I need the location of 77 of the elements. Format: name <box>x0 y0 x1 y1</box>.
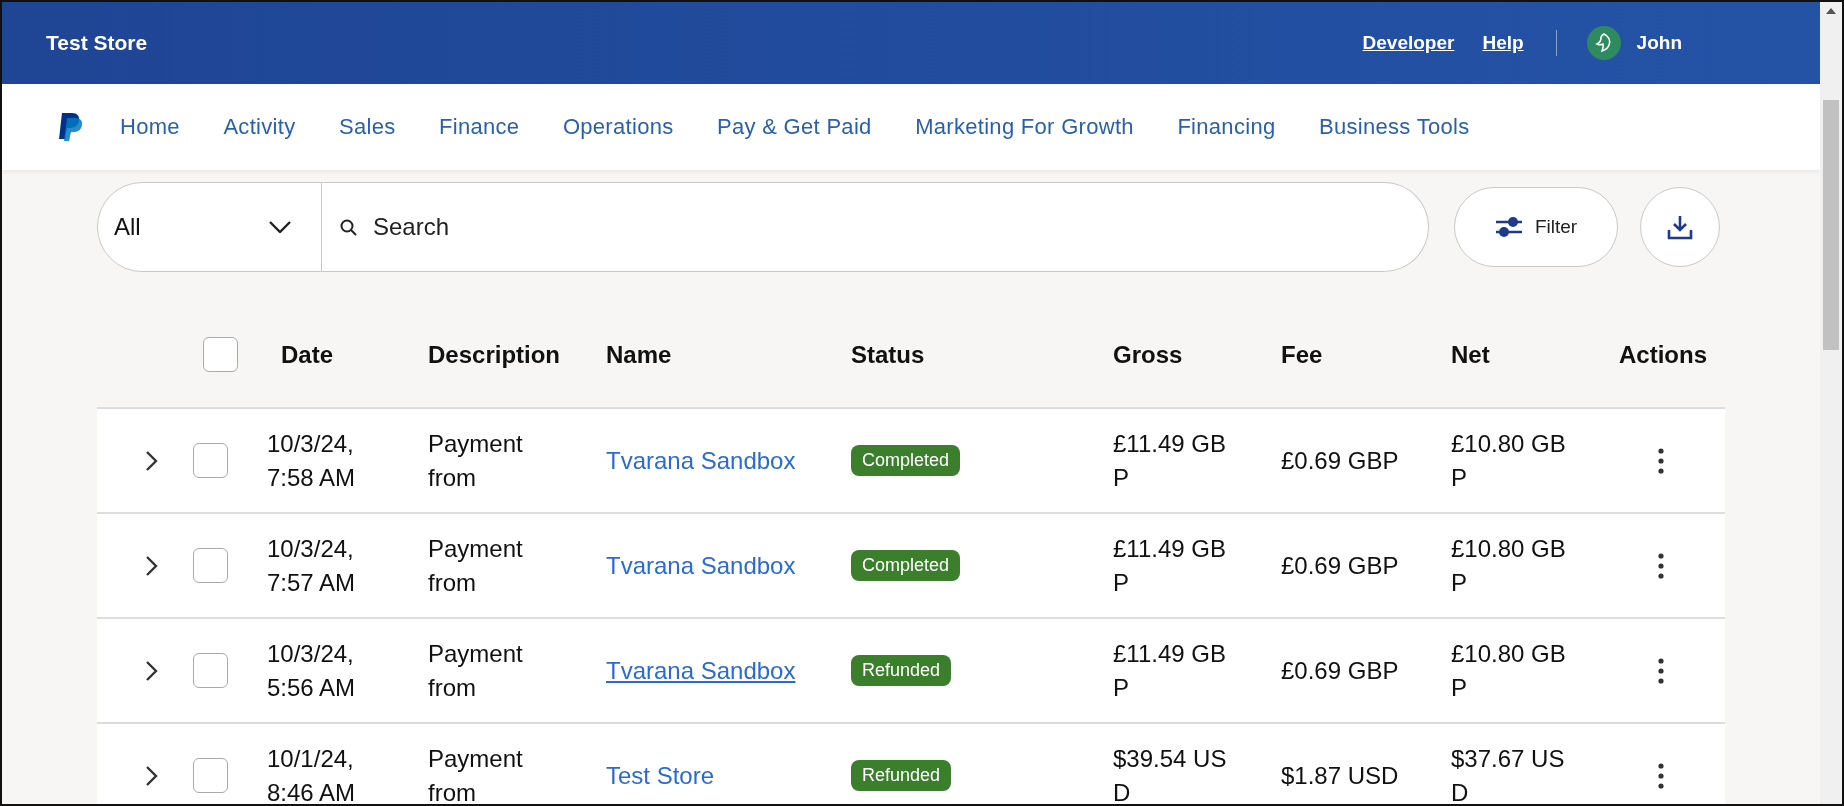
fee-cell-text: £0.69 GBP <box>1281 445 1400 476</box>
nav-link[interactable]: Finance <box>439 114 520 140</box>
gross-cell-text: $39.54 USD <box>1113 743 1228 804</box>
nav-link[interactable]: Sales <box>338 114 396 140</box>
status-badge: Refunded <box>851 655 952 686</box>
search-input[interactable]: Search <box>371 212 1428 242</box>
chevron-right-icon <box>145 659 159 682</box>
search-icon <box>340 218 357 236</box>
net-cell-text: £10.80 GBP <box>1451 638 1567 703</box>
date-cell-text: 10/3/24, 7:57 AM <box>267 533 357 598</box>
description-cell-text: Payment from <box>428 743 524 804</box>
status-badge: Completed <box>851 550 961 581</box>
chevron-right-icon <box>145 449 159 472</box>
more-vertical-icon <box>1658 552 1664 579</box>
header-link[interactable]: Developer <box>1362 32 1455 54</box>
more-vertical-icon <box>1658 447 1664 474</box>
name-link[interactable]: Tvarana Sandbox <box>606 656 796 685</box>
fee-cell-text: £0.69 GBP <box>1281 550 1400 581</box>
more-vertical-icon <box>1658 657 1664 684</box>
table-row[interactable]: 10/3/24, 5:56 AM Payment from Tvarana Sandbox Refunded £11.49 GBP £0.69 GBP £10.80 GBP <box>97 619 1725 724</box>
search-field[interactable]: Search <box>322 182 1429 272</box>
scope-dropdown[interactable]: All <box>97 182 322 272</box>
row-checkbox[interactable] <box>193 653 228 688</box>
column-header: Date <box>281 340 335 369</box>
row-checkbox[interactable] <box>193 443 228 478</box>
chevron-right-icon <box>145 554 159 577</box>
column-header: Status <box>851 340 926 369</box>
column-header: Description <box>428 340 562 369</box>
table-row[interactable]: 10/1/24, 8:46 AM Payment from Test Store Refunded $39.54 USD $1.87 USD $37.67 USD <box>97 724 1725 804</box>
date-cell-text: 10/3/24, 5:56 AM <box>267 638 357 703</box>
nav-link[interactable]: Activity <box>223 114 296 140</box>
name-link[interactable]: Test Store <box>606 761 715 790</box>
scrollbar[interactable] <box>1820 2 1842 804</box>
nav-link[interactable]: Home <box>120 114 180 140</box>
avatar-icon[interactable] <box>1586 26 1621 60</box>
table-row[interactable]: 10/3/24, 7:57 AM Payment from Tvarana Sandbox Completed £11.49 GBP £0.69 GBP £10.80 GBP <box>97 514 1725 619</box>
net-cell-text: $37.67 USD <box>1451 743 1566 804</box>
gross-cell-text: £11.49 GBP <box>1113 428 1227 493</box>
name-link[interactable]: Tvarana Sandbox <box>606 446 796 475</box>
header-link[interactable]: Help <box>1482 32 1524 54</box>
column-header: Net <box>1451 340 1491 369</box>
store-name: Test Store <box>46 31 148 55</box>
date-cell-text: 10/3/24, 7:58 AM <box>267 428 357 493</box>
fee-cell-text: £0.69 GBP <box>1281 655 1400 686</box>
column-header: Actions <box>1619 340 1708 369</box>
chevron-right-icon <box>145 764 159 787</box>
column-header: Gross <box>1113 340 1184 369</box>
table-row[interactable]: 10/3/24, 7:58 AM Payment from Tvarana Sandbox Completed £11.49 GBP £0.69 GBP £10.80 GBP <box>97 409 1725 514</box>
logo-icon[interactable] <box>58 111 84 143</box>
date-cell-text: 10/1/24, 8:46 AM <box>267 743 357 804</box>
nav-link[interactable]: Business Tools <box>1318 114 1470 140</box>
nav-link[interactable]: Pay & Get Paid <box>717 114 872 140</box>
description-cell-text: Payment from <box>428 533 524 598</box>
name-link[interactable]: Tvarana Sandbox <box>606 551 796 580</box>
column-header: Name <box>606 340 673 369</box>
filter-button[interactable]: Filter <box>1454 187 1618 267</box>
nav-link[interactable]: Financing <box>1177 114 1276 140</box>
more-vertical-icon <box>1658 762 1664 789</box>
row-checkbox[interactable] <box>193 758 228 793</box>
status-badge: Refunded <box>851 760 952 791</box>
sliders-icon <box>1494 216 1523 238</box>
net-cell-text: £10.80 GBP <box>1451 428 1567 493</box>
row-checkbox[interactable] <box>193 548 228 583</box>
description-cell-text: Payment from <box>428 638 524 703</box>
net-cell-text: £10.80 GBP <box>1451 533 1567 598</box>
user-name[interactable]: John <box>1636 32 1682 54</box>
description-cell-text: Payment from <box>428 428 524 493</box>
column-header: Fee <box>1281 340 1324 369</box>
gross-cell-text: £11.49 GBP <box>1113 533 1227 598</box>
fee-cell-text: $1.87 USD <box>1281 760 1400 791</box>
nav-link[interactable]: Marketing For Growth <box>915 114 1134 140</box>
select-all-checkbox[interactable] <box>203 337 238 372</box>
gross-cell-text: £11.49 GBP <box>1113 638 1227 703</box>
chevron-down-icon <box>269 221 291 233</box>
download-icon <box>1667 214 1693 240</box>
status-badge: Completed <box>851 445 961 476</box>
nav-link[interactable]: Operations <box>562 114 674 140</box>
